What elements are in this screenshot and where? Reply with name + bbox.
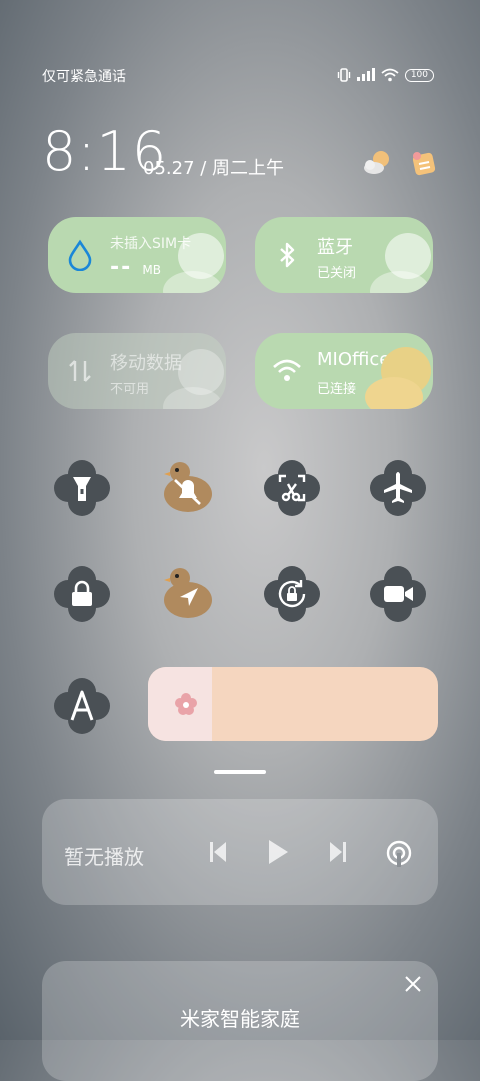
media-player-card[interactable]: 暂无播放: [42, 799, 438, 905]
bluetooth-tile[interactable]: 蓝牙 已关闭: [255, 217, 433, 293]
screenshot-toggle[interactable]: [262, 458, 322, 518]
flower-icon: [175, 693, 197, 715]
font-size-toggle[interactable]: [52, 676, 112, 736]
bluetooth-icon: [280, 242, 295, 268]
previous-icon[interactable]: [208, 840, 228, 864]
play-icon[interactable]: [266, 838, 290, 866]
wifi-tile[interactable]: MIOffice- 已连接: [255, 333, 433, 409]
status-icons: 100: [337, 66, 434, 84]
tile-value: -- MB: [110, 255, 161, 280]
lock-toggle[interactable]: [52, 564, 112, 624]
tile-sub: 不可用: [110, 382, 150, 397]
media-status: 暂无播放: [64, 845, 144, 869]
cast-icon[interactable]: [385, 839, 413, 867]
location-toggle[interactable]: [158, 564, 218, 624]
edit-icon[interactable]: [408, 148, 438, 178]
tile-sub: 已关闭: [317, 266, 357, 281]
clock-date[interactable]: 05.27 / 周二上午: [143, 154, 284, 180]
wifi-icon: [381, 68, 399, 82]
brightness-slider[interactable]: [148, 667, 438, 741]
data-arrows-icon: [69, 360, 91, 382]
rotation-lock-toggle[interactable]: [262, 564, 322, 624]
water-drop-icon: [68, 239, 92, 271]
data-usage-tile[interactable]: 未插入SIM卡 -- MB: [48, 217, 226, 293]
weather-icon[interactable]: [362, 148, 392, 178]
screen-record-toggle[interactable]: [368, 564, 428, 624]
signal-icon: [356, 68, 375, 81]
mute-toggle[interactable]: [158, 458, 218, 518]
tile-sub: 已连接: [317, 382, 357, 397]
mobile-data-tile[interactable]: 移动数据 不可用: [48, 333, 226, 409]
flashlight-toggle[interactable]: [52, 458, 112, 518]
drag-handle[interactable]: [214, 770, 266, 774]
wifi-icon: [273, 359, 301, 381]
airplane-toggle[interactable]: [368, 458, 428, 518]
status-carrier-text: 仅可紧急通话: [42, 69, 126, 85]
next-icon[interactable]: [328, 840, 348, 864]
close-icon[interactable]: [404, 975, 422, 993]
smart-home-title: 米家智能家庭: [180, 1007, 300, 1031]
tile-title: 蓝牙: [317, 237, 353, 258]
tile-title: 移动数据: [110, 353, 182, 374]
smart-home-card[interactable]: 米家智能家庭: [42, 961, 438, 1081]
battery-icon: 100: [404, 68, 434, 82]
vibrate-icon: [337, 68, 351, 82]
